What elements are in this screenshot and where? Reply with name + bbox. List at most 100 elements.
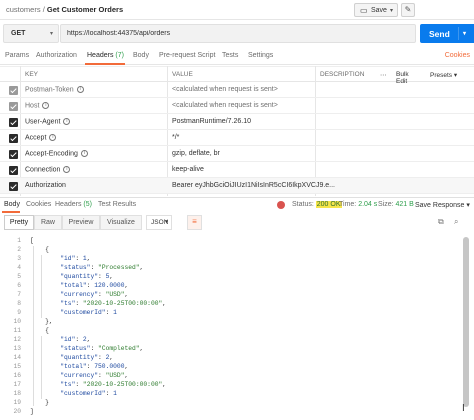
code-line: ] [30, 408, 34, 415]
json-value: 120.0000 [94, 282, 125, 289]
json-value: 1 [113, 390, 117, 397]
cookies-link[interactable]: Cookies [445, 52, 470, 59]
http-method-value: GET [11, 30, 26, 37]
tab-response-body[interactable]: Body [4, 201, 20, 208]
header-enabled-checkbox[interactable] [9, 118, 18, 127]
chevron-down-icon: ▾ [49, 31, 53, 37]
line-number: 13 [13, 345, 21, 352]
header-key: User-Agent i [25, 118, 71, 125]
header-value[interactable]: <calculated when request is sent> [172, 102, 278, 109]
tab-response-headers[interactable]: Headers (5) [55, 201, 92, 208]
response-status: Status: 200 OK [292, 201, 342, 208]
code-line: "customerId": 1 [60, 309, 117, 316]
status-label: Status: [292, 201, 314, 208]
json-value: 5 [105, 273, 110, 280]
header-enabled-checkbox[interactable] [9, 134, 18, 143]
code-line: { [30, 327, 49, 334]
line-number: 2 [17, 246, 21, 253]
header-value[interactable]: */* [172, 134, 179, 141]
header-enabled-checkbox[interactable] [9, 86, 18, 95]
headers-table-header: KEY VALUE DESCRIPTION ⋯ Bulk Edit Preset… [0, 66, 474, 85]
save-response-dropdown[interactable]: Save Response ▾ [415, 201, 470, 209]
line-number: 11 [13, 327, 21, 334]
breadcrumb-separator: / [42, 5, 45, 14]
table-row: Authorization Bearer eyJhbGciOiJIUzI1NiI… [0, 178, 474, 194]
view-visualize-button[interactable]: Visualize [100, 215, 142, 230]
header-key-text: Connection [25, 166, 61, 174]
save-button[interactable]: ▭ Save ▾ [354, 3, 398, 17]
view-pretty-button[interactable]: Pretty [4, 215, 34, 230]
json-value: 1 [82, 255, 87, 262]
breadcrumb-collection[interactable]: customers [6, 5, 41, 14]
send-options-chevron-icon[interactable]: ▾ [463, 30, 466, 37]
url-input[interactable] [60, 24, 416, 43]
line-number: 17 [13, 381, 21, 388]
line-number: 4 [17, 264, 21, 271]
tab-settings[interactable]: Settings [248, 52, 273, 59]
code-line: "total": 750.0000, [60, 363, 129, 370]
header-enabled-checkbox[interactable] [9, 182, 18, 191]
more-options-icon[interactable]: ⋯ [380, 71, 387, 79]
tab-response-headers-label: Headers [55, 201, 82, 208]
response-tabs: Body Cookies Headers (5) Test Results St… [0, 197, 474, 213]
info-icon[interactable]: i [80, 150, 88, 157]
tab-body[interactable]: Body [133, 52, 149, 59]
save-response-label: Save Response [415, 202, 465, 209]
table-row: Postman-Token i <calculated when request … [0, 82, 474, 98]
header-value[interactable]: gzip, deflate, br [172, 150, 220, 157]
chevron-down-icon[interactable]: ▾ [390, 7, 393, 14]
line-number: 19 [13, 399, 21, 406]
header-value[interactable]: PostmanRuntime/7.26.10 [172, 118, 251, 125]
response-body-viewer[interactable]: 1 2 3 4 5 6 7 8 9 10 11 12 13 14 15 16 1… [0, 234, 474, 415]
table-row: Connection i keep-alive [0, 162, 474, 178]
line-number: 7 [17, 291, 21, 298]
json-value: 2020-10-25T00:00:00 [86, 300, 159, 307]
globe-icon[interactable] [277, 201, 285, 209]
info-icon[interactable]: i [76, 86, 84, 93]
table-row: Accept i */* [0, 130, 474, 146]
tab-params[interactable]: Params [5, 52, 29, 59]
text-cursor-icon: I [462, 403, 465, 414]
header-enabled-checkbox[interactable] [9, 166, 18, 175]
header-enabled-checkbox[interactable] [9, 150, 18, 159]
json-value: Completed [101, 345, 136, 352]
tab-authorization[interactable]: Authorization [36, 52, 77, 59]
view-preview-button[interactable]: Preview [62, 215, 100, 230]
send-button[interactable]: Send ▾ [420, 24, 474, 43]
line-number: 16 [13, 372, 21, 379]
json-value: USD [109, 291, 121, 298]
vertical-scrollbar[interactable] [463, 237, 469, 407]
breadcrumb-request-name[interactable]: Get Customer Orders [47, 5, 123, 14]
http-method-select[interactable]: GET ▾ [3, 24, 59, 43]
tab-response-cookies[interactable]: Cookies [26, 201, 51, 208]
tab-tests[interactable]: Tests [222, 52, 238, 59]
edit-request-button[interactable]: ✎ [401, 3, 415, 17]
info-icon[interactable]: i [63, 118, 71, 125]
info-icon[interactable]: i [63, 166, 71, 173]
copy-icon[interactable]: ⧉ [438, 217, 444, 227]
header-enabled-checkbox[interactable] [9, 102, 18, 111]
header-value[interactable]: Bearer eyJhbGciOiJIUzI1NiIsInR5cCI6IkpXV… [172, 182, 335, 189]
header-value[interactable]: keep-alive [172, 166, 204, 173]
json-value: 2020-10-25T00:00:00 [86, 381, 159, 388]
wrap-lines-icon[interactable]: ≡ [187, 215, 202, 230]
code-line: "id": 2, [60, 336, 91, 343]
code-line: "ts": "2020-10-25T00:00:00", [60, 381, 167, 388]
pencil-icon: ✎ [404, 5, 412, 14]
presets-dropdown[interactable]: Presets ▾ [430, 71, 457, 79]
search-icon[interactable]: ⌕ [454, 217, 458, 227]
json-value: 2 [105, 354, 110, 361]
tab-headers[interactable]: Headers (7) [87, 52, 124, 59]
format-select[interactable]: JSON ▾ [146, 215, 172, 230]
json-value: Processed [101, 264, 136, 271]
active-tab-indicator [2, 211, 20, 213]
response-size: Size: 421 B [378, 201, 414, 208]
info-icon[interactable]: i [42, 102, 50, 109]
line-number: 12 [13, 336, 21, 343]
breadcrumb: customers / Get Customer Orders [6, 5, 123, 14]
tab-pre-request-script[interactable]: Pre-request Script [159, 52, 215, 59]
info-icon[interactable]: i [49, 134, 57, 141]
view-raw-button[interactable]: Raw [34, 215, 62, 230]
header-value[interactable]: <calculated when request is sent> [172, 86, 278, 93]
tab-test-results[interactable]: Test Results [98, 201, 136, 208]
